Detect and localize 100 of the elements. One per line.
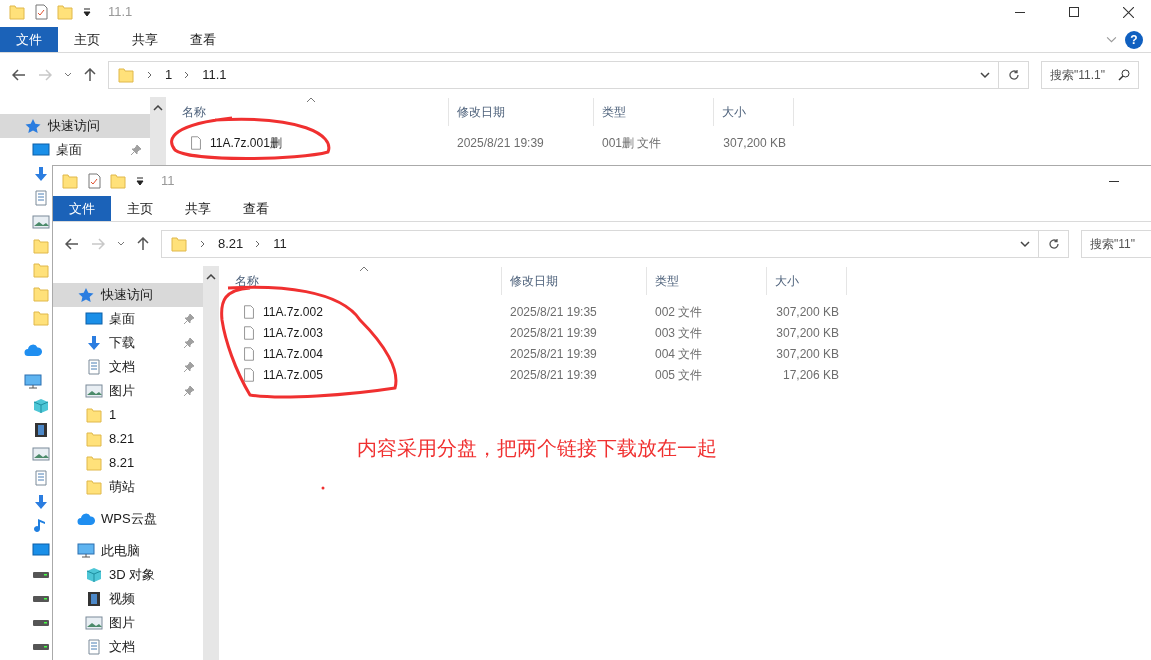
chevron-up-icon[interactable] [153,105,163,111]
scrollbar[interactable] [203,266,219,660]
sidebar-item[interactable]: 8.21 [53,427,203,451]
column-header[interactable]: 大小 [714,98,794,126]
folder-icon [170,236,188,252]
sidebar-item[interactable]: 3D 对象 [53,563,203,587]
folder-icon [85,431,103,447]
column-header[interactable]: 大小 [767,267,847,295]
monitor-icon [85,311,103,327]
up-arrow-icon[interactable] [137,237,149,251]
file-name[interactable]: 11A.7z.003 [263,323,323,342]
size-cell-text: 307,200 KB [775,303,840,321]
computer-icon [24,374,42,390]
sidebar-item[interactable]: 萌站 [53,475,203,499]
pin-icon[interactable] [183,385,195,397]
sidebar-item[interactable]: 图片 [53,379,203,403]
folder-icon [85,479,103,495]
column-header[interactable]: 类型 [594,98,714,126]
sidebar-item[interactable]: 快速访问 [0,114,150,138]
file-icon [241,344,257,363]
column-header[interactable]: 名称 [227,267,502,295]
column-header[interactable]: 修改日期 [502,267,647,295]
checklist-icon[interactable] [34,4,48,20]
address-bar[interactable]: 1 11.1 [108,61,999,89]
chevron-right-icon [184,71,191,79]
date-cell-text: 2025/8/21 19:39 [509,324,598,342]
ribbon-tab[interactable]: 查看 [174,27,232,52]
type-cell-text: 002 文件 [654,303,704,321]
pin-icon[interactable] [183,337,195,349]
search-field[interactable]: 搜索"11.1" [1041,61,1139,89]
file-name[interactable]: 11A.7z.002 [263,302,323,321]
chevron-down-icon[interactable] [64,72,72,78]
ribbon-tab[interactable]: 主页 [58,27,116,52]
computer-icon [77,543,95,559]
sidebar-item[interactable]: 文档 [53,635,203,659]
folder-icon [32,262,50,278]
back-arrow-icon[interactable] [65,238,79,250]
column-header[interactable]: 修改日期 [449,98,594,126]
ribbon-tab[interactable]: 共享 [169,196,227,221]
down-arrow-icon [32,494,50,510]
folder-icon [61,173,79,189]
size-cell-text: 17,206 KB [781,366,840,384]
ribbon-tab[interactable]: 主页 [111,196,169,221]
sidebar-item[interactable]: WPS云盘 [53,507,203,531]
folder-icon [109,173,127,189]
dropdown-icon[interactable] [82,7,92,17]
chevron-down-icon[interactable] [1020,240,1030,248]
sidebar-item[interactable]: 快速访问 [53,283,203,307]
chevron-down-icon[interactable] [117,241,125,247]
sidebar-item[interactable]: 视频 [53,587,203,611]
window-title: 11 [161,172,175,191]
checklist-icon[interactable] [87,173,101,189]
ribbon-tab[interactable]: 文件 [0,27,58,52]
path-segment[interactable]: 11 [273,234,287,254]
chevron-right-icon [200,240,206,248]
refresh-button[interactable] [999,61,1029,89]
path-segment[interactable]: 11.1 [202,65,227,85]
chevron-down-icon[interactable] [980,71,990,79]
pin-icon[interactable] [130,144,142,156]
pin-icon[interactable] [183,313,195,325]
dropdown-icon[interactable] [135,176,145,186]
scrollbar[interactable] [150,97,166,165]
path-segment[interactable]: 1 [165,65,173,85]
file-icon [188,133,204,152]
help-icon[interactable]: ? [1125,30,1143,49]
sidebar-item[interactable]: 图片 [53,611,203,635]
path-segment[interactable]: 8.21 [218,234,244,254]
address-bar[interactable]: 8.21 11 [161,230,1039,258]
ribbon-tab[interactable]: 共享 [116,27,174,52]
type-cell-text: 001删 文件 [601,134,663,152]
sidebar-item[interactable]: 1 [53,403,203,427]
ribbon-tab[interactable]: 文件 [53,196,111,221]
search-field[interactable]: 搜索"11" [1081,230,1151,258]
sidebar-item[interactable]: 桌面 [0,138,150,162]
sidebar-item[interactable]: 下载 [53,331,203,355]
folder-icon [32,310,50,326]
sidebar-item[interactable]: 8.21 [53,451,203,475]
up-arrow-icon[interactable] [84,68,96,82]
film-icon [85,591,103,607]
chevron-up-icon[interactable] [206,274,216,280]
pin-icon[interactable] [183,361,195,373]
film-icon [32,422,50,438]
file-name[interactable]: 11A.7z.001删 [210,133,282,152]
column-header[interactable]: 名称 [174,98,449,126]
cube-icon [85,567,103,583]
file-name[interactable]: 11A.7z.005 [263,365,323,384]
sidebar-item[interactable]: 文档 [53,355,203,379]
refresh-button[interactable] [1039,230,1069,258]
document-icon [32,470,50,486]
ribbon-tab[interactable]: 查看 [227,196,285,221]
document-icon [85,359,103,375]
picture-icon [32,214,50,230]
column-header[interactable]: 类型 [647,267,767,295]
sidebar-item[interactable]: 此电脑 [53,539,203,563]
sidebar-item[interactable]: 桌面 [53,307,203,331]
file-name[interactable]: 11A.7z.004 [263,344,323,363]
size-cell-text: 307,200 KB [775,324,840,342]
size-cell-text: 307,200 KB [775,345,840,363]
folder-icon [85,407,103,423]
back-arrow-icon[interactable] [12,69,26,81]
